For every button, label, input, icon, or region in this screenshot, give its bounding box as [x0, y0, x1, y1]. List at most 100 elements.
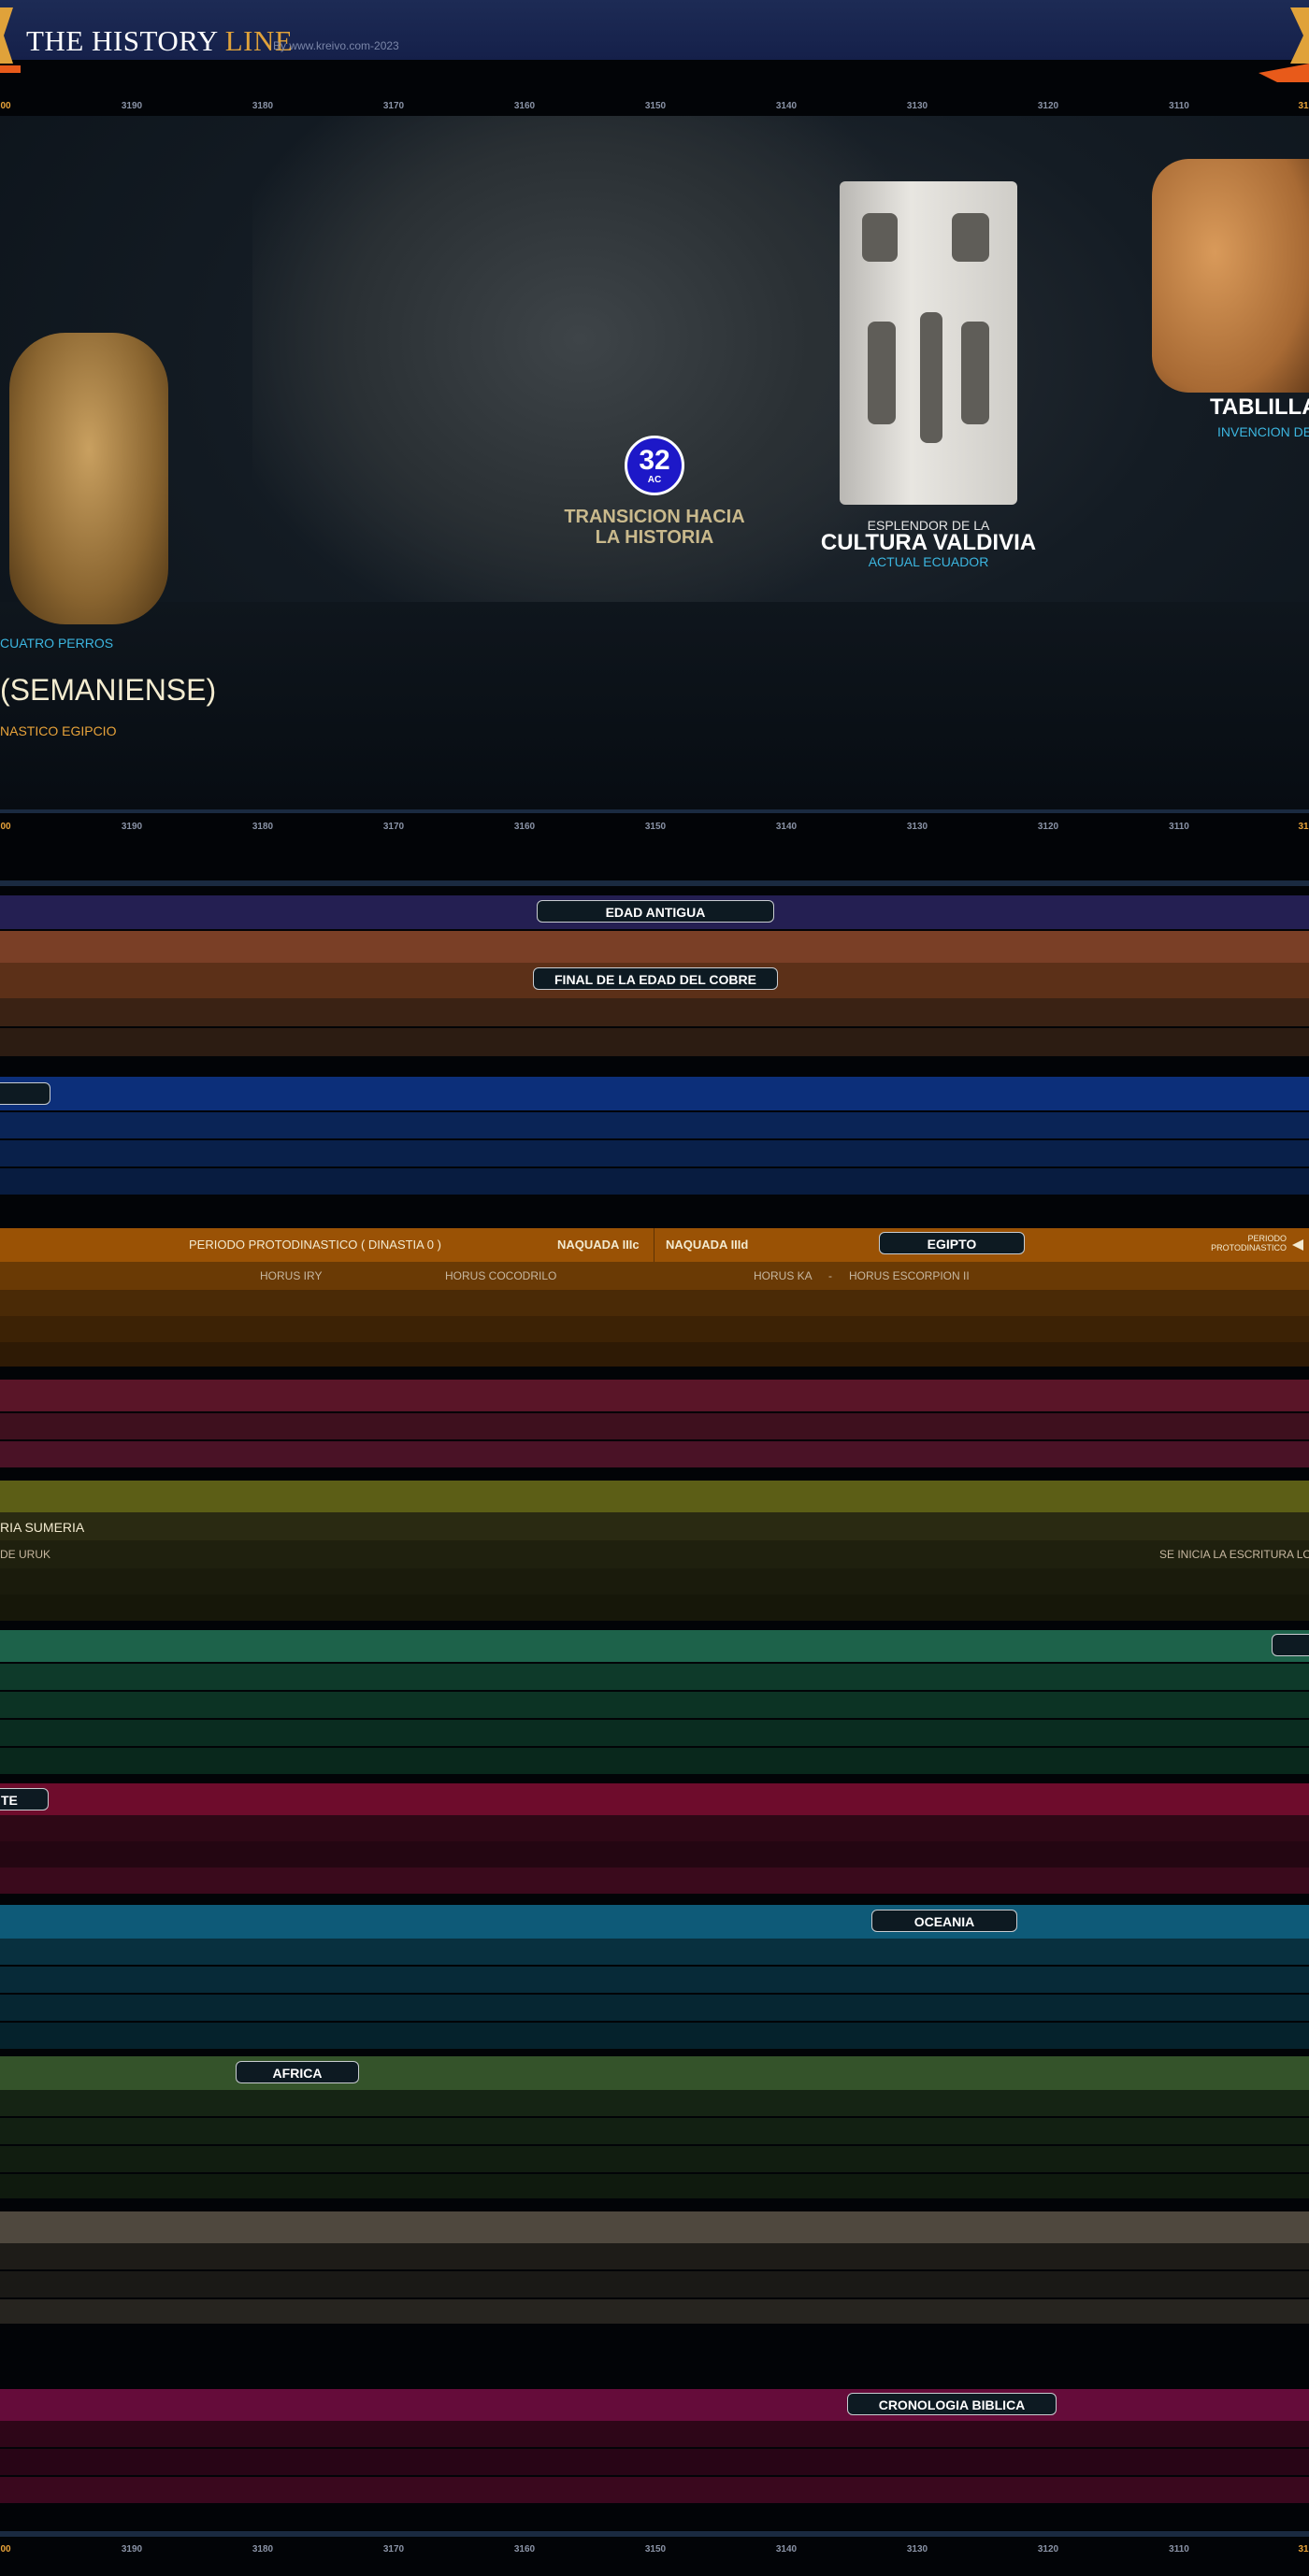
africa-row — [0, 2090, 1309, 2116]
te-label[interactable]: TE — [0, 1788, 49, 1810]
teal-row — [0, 1720, 1309, 1746]
band-africa: AFRICA — [0, 2056, 1309, 2090]
egipto-label[interactable]: EGIPTO — [879, 1232, 1025, 1254]
ruler-tick: 3120 — [1037, 101, 1059, 111]
ruler-tick: 3180 — [252, 2544, 274, 2555]
crimson-row — [0, 1841, 1309, 1868]
taupe-row — [0, 2243, 1309, 2269]
maroon-row — [0, 1441, 1309, 1467]
ruler-tick: 3190 — [121, 2544, 143, 2555]
ruler-tick: 3170 — [382, 822, 405, 832]
ruler-tick: 3120 — [1037, 2544, 1059, 2555]
horus-escorpion[interactable]: HORUS ESCORPION II — [849, 1269, 970, 1282]
oceania-row — [0, 1939, 1309, 1965]
tablet-sub: INVENCION DE — [1217, 424, 1309, 439]
palette-image[interactable] — [9, 333, 168, 624]
tablet-title[interactable]: TABLILLA — [1210, 394, 1309, 421]
africa-row — [0, 2174, 1309, 2198]
valdivia-figure-image[interactable] — [840, 181, 1017, 505]
timeline-top-divider — [0, 880, 1309, 886]
teal-row — [0, 1692, 1309, 1718]
ruler-tick: 3130 — [906, 822, 928, 832]
logo[interactable]: THE HISTORY LINE — [26, 24, 293, 58]
egipto-row — [0, 1316, 1309, 1342]
crimson-row — [0, 1868, 1309, 1894]
valdivia-title[interactable]: CULTURA VALDIVIA — [802, 530, 1055, 556]
teal-row — [0, 1664, 1309, 1690]
ruler-divider — [0, 809, 1309, 813]
band-biblica: CRONOLOGIA BIBLICA — [0, 2389, 1309, 2421]
cobre-row — [0, 1028, 1309, 1056]
sumeria-title[interactable]: RIA SUMERIA — [0, 1520, 84, 1535]
uruk-label[interactable]: DE URUK — [0, 1548, 50, 1561]
ruler-edge-left: 00 — [0, 101, 11, 111]
band-teal — [0, 1630, 1309, 1662]
edad-antigua-label[interactable]: EDAD ANTIGUA — [537, 900, 774, 923]
year-badge[interactable]: 32 AC — [625, 436, 684, 495]
periodo-protodinastico[interactable]: PERIODO PROTODINASTICO ( DINASTIA 0 ) — [189, 1238, 441, 1252]
biblica-label[interactable]: CRONOLOGIA BIBLICA — [847, 2393, 1057, 2415]
band-taupe — [0, 2211, 1309, 2243]
ruler-tick: 3140 — [775, 101, 798, 111]
edad-cobre-label[interactable]: FINAL DE LA EDAD DEL COBRE — [533, 967, 778, 990]
band-sumeria — [0, 1481, 1309, 1512]
band-cobre — [0, 931, 1309, 963]
ruler-tick: 3150 — [644, 822, 667, 832]
oceania-label[interactable]: OCEANIA — [871, 1910, 1017, 1932]
ruler-tick: 3170 — [382, 101, 405, 111]
ruler-tick: 3110 — [1169, 2544, 1189, 2555]
teal-label-stub[interactable] — [1272, 1634, 1309, 1656]
year-ruler-bottom: 00 3190 3180 3170 3160 3150 3140 3130 31… — [0, 2539, 1309, 2559]
ruler-tick: 3160 — [513, 822, 536, 832]
sumeria-row — [0, 1568, 1309, 1595]
horus-ka[interactable]: HORUS KA — [754, 1269, 813, 1282]
asia-row — [0, 1140, 1309, 1166]
logo-main: THE HISTORY — [26, 24, 218, 57]
ruler-tick: 3110 — [1169, 101, 1189, 111]
teal-row — [0, 1748, 1309, 1774]
asia-row — [0, 1112, 1309, 1138]
naquada-iiic[interactable]: NAQUADA IIIc — [557, 1238, 640, 1252]
horus-iry[interactable]: HORUS IRY — [260, 1269, 322, 1282]
horus-cocodrilo[interactable]: HORUS COCODRILO — [445, 1269, 556, 1282]
year-ruler-middle: 00 3190 3180 3170 3160 3150 3140 3130 31… — [0, 816, 1309, 837]
ruler-edge-right: 31 — [1298, 101, 1309, 111]
transition-line2: LA HISTORIA — [595, 527, 714, 548]
escritura-label[interactable]: SE INICIA LA ESCRITURA LO Q — [1159, 1548, 1309, 1561]
ruler-edge-right: 31 — [1298, 822, 1309, 832]
ruler-tick: 3190 — [121, 101, 143, 111]
ruler-edge-left: 00 — [0, 2544, 11, 2555]
cuneiform-tablet-image[interactable] — [1152, 159, 1309, 393]
proto-label[interactable]: PERIODO PROTODINASTICO — [1187, 1234, 1287, 1252]
ruler-tick: 3140 — [775, 822, 798, 832]
sumeria-row: RIA SUMERIA — [0, 1512, 1309, 1540]
maroon-row — [0, 1413, 1309, 1439]
ruler-tick: 3120 — [1037, 822, 1059, 832]
proto-line2: PROTODINASTICO — [1211, 1243, 1287, 1252]
valdivia-sub: ACTUAL ECUADOR — [868, 554, 989, 569]
culture-sub: NASTICO EGIPCIO — [0, 723, 117, 738]
biblica-row — [0, 2477, 1309, 2503]
arrow-left-icon[interactable] — [1292, 1239, 1303, 1251]
proto-line1: PERIODO — [1247, 1234, 1287, 1243]
ruler-tick: 3160 — [513, 101, 536, 111]
biblica-row — [0, 2449, 1309, 2475]
sumeria-row: DE URUK SE INICIA LA ESCRITURA LO Q — [0, 1540, 1309, 1568]
transition-title[interactable]: TRANSICION HACIA LA HISTORIA — [524, 507, 785, 548]
culture-title[interactable]: (SEMANIENSE) — [0, 673, 216, 708]
oceania-row — [0, 1967, 1309, 1993]
band-cobre-row: FINAL DE LA EDAD DEL COBRE — [0, 963, 1309, 998]
byline[interactable]: By www.kreivo.com-2023 — [273, 39, 399, 52]
ruler-tick: 3170 — [382, 2544, 405, 2555]
ruler-tick: 3160 — [513, 2544, 536, 2555]
hourglass-right-icon — [1259, 7, 1309, 82]
year-badge-era: AC — [647, 475, 662, 485]
transition-line1: TRANSICION HACIA — [564, 507, 745, 527]
africa-label[interactable]: AFRICA — [236, 2061, 359, 2083]
asia-row — [0, 1168, 1309, 1195]
separator: - — [828, 1269, 832, 1282]
naquada-iiid[interactable]: NAQUADA IIId — [666, 1238, 748, 1252]
cobre-row — [0, 998, 1309, 1026]
asia-label-stub[interactable] — [0, 1082, 50, 1105]
ruler-tick: 3150 — [644, 2544, 667, 2555]
